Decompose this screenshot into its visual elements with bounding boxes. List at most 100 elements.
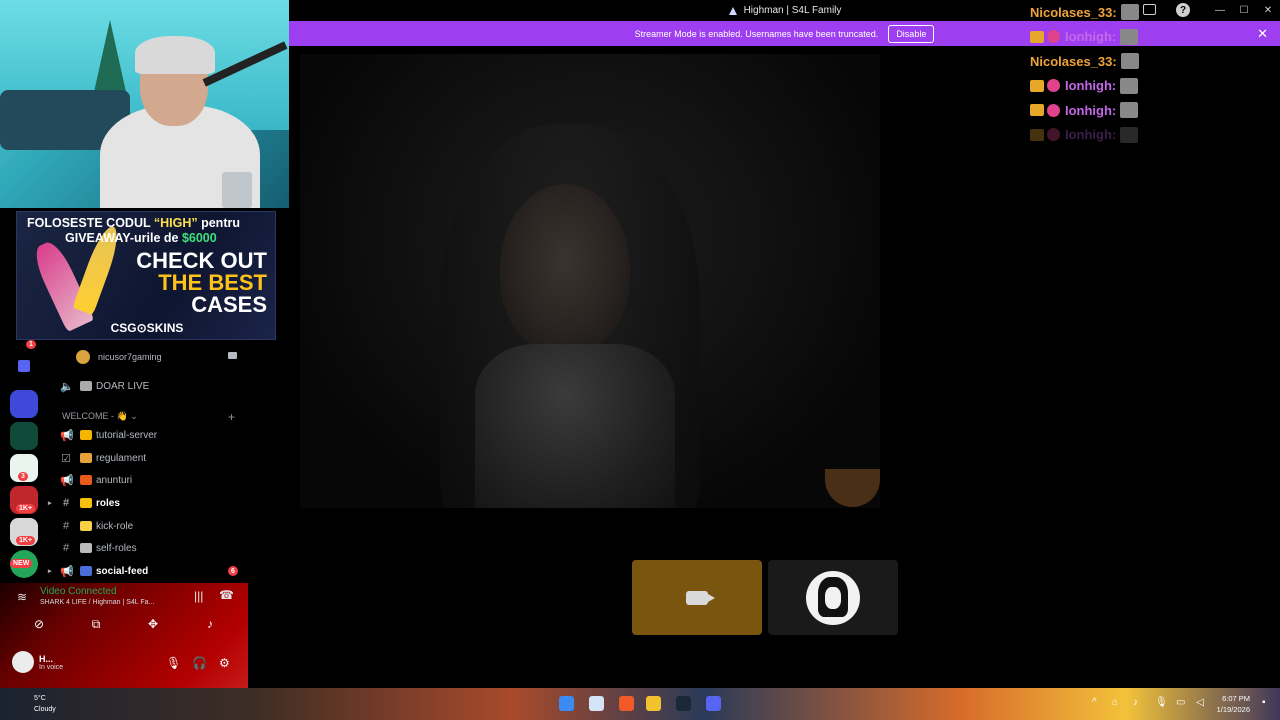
steam-icon[interactable]: [676, 696, 691, 711]
microphone-icon[interactable]: 🎙: [166, 656, 181, 670]
announcement-icon: 📢: [60, 474, 74, 487]
noise-suppression-icon[interactable]: |||: [194, 589, 203, 603]
announcement-icon: 📢: [60, 565, 74, 578]
channel-self-roles[interactable]: # self-roles: [48, 537, 248, 559]
crown-badge-icon: [1030, 104, 1044, 117]
user-info: H... In voice: [34, 654, 63, 671]
close-window-icon[interactable]: ✕: [1256, 0, 1280, 21]
channel-emoji-icon: [80, 521, 92, 531]
chat-username: Ionhigh:: [1065, 78, 1117, 94]
channel-anunturi[interactable]: 📢 anunturi: [48, 469, 248, 491]
camera-on-icon: [228, 352, 237, 359]
tray-chevron-icon[interactable]: ^: [1092, 697, 1097, 708]
settings-gear-icon[interactable]: ⚙: [219, 656, 230, 670]
channel-name: tutorial-server: [96, 429, 158, 441]
disable-streamer-mode-button[interactable]: Disable: [888, 24, 935, 43]
chat-line: Ionhigh:: [1030, 25, 1170, 50]
channel-emoji-icon: [80, 430, 92, 440]
window-controls: — ☐ ✕: [1208, 0, 1280, 21]
file-explorer-icon[interactable]: [646, 696, 661, 711]
streamer-mode-message: Streamer Mode is enabled. Usernames have…: [634, 28, 879, 39]
tray-display-icon[interactable]: ▭: [1176, 697, 1185, 708]
server-icon[interactable]: [10, 390, 38, 418]
hashtag-icon: #: [62, 520, 70, 532]
close-icon[interactable]: ✕: [1257, 26, 1268, 42]
tray-network-icon[interactable]: ⌂: [1112, 697, 1118, 708]
main-video-stream[interactable]: [300, 54, 880, 508]
participant-tile[interactable]: [768, 560, 898, 635]
server-rail: 1 3 1K+ 1K+ NEW: [0, 340, 48, 585]
screen: Highman | S4L Family ? — ☐ ✕ Streamer Mo…: [0, 0, 1280, 720]
notification-icon[interactable]: ▪: [1262, 697, 1266, 708]
tray-microphone-icon[interactable]: 🎙: [1155, 697, 1168, 708]
tray-volume-icon[interactable]: ♪: [1133, 697, 1138, 708]
chat-username: Ionhigh:: [1065, 29, 1117, 45]
voice-channel-doar-live[interactable]: 🔈 DOAR LIVE: [48, 375, 248, 397]
participant-avatar: [806, 570, 860, 625]
weather-condition: Cloudy: [34, 706, 56, 713]
category-welcome[interactable]: WELCOME - 👋 ⌄ +: [62, 410, 235, 424]
channel-emoji-icon: [80, 543, 92, 553]
channel-emoji-icon: [80, 566, 92, 576]
voice-status[interactable]: Video Connected: [40, 586, 117, 597]
chat-line: Ionhigh:: [1030, 98, 1170, 123]
clock-time: 6:07 PM: [1222, 694, 1250, 703]
speaker-icon: 🔈: [60, 380, 74, 393]
video-camera-icon: [686, 590, 715, 605]
camera-tile[interactable]: [632, 560, 762, 635]
channel-social-feed[interactable]: ▸ 📢 social-feed 6: [48, 560, 248, 582]
ad-line-1-text: FOLOSESTE CODUL: [27, 216, 154, 230]
soundboard-button[interactable]: ♪: [200, 617, 220, 631]
ad-headline-3: CASES: [191, 292, 267, 317]
ad-code: “HIGH”: [153, 216, 198, 230]
minimize-icon[interactable]: —: [1208, 0, 1232, 21]
voice-user-row[interactable]: nicusor7gaming: [76, 350, 237, 364]
add-channel-icon[interactable]: +: [228, 410, 235, 424]
webcam-streamer-headphones: [135, 36, 215, 74]
app-logo-icon: [728, 6, 737, 15]
disconnect-icon[interactable]: ☎: [219, 588, 234, 602]
start-menu-icon[interactable]: [559, 696, 574, 711]
channel-emoji-icon: [80, 381, 92, 391]
crown-badge-icon: [1030, 30, 1044, 43]
chat-avatar: [1120, 126, 1139, 143]
camera-off-button[interactable]: ⊘: [29, 617, 49, 631]
server-badge: 1: [26, 340, 36, 349]
channel-tutorial-server[interactable]: 📢 tutorial-server: [48, 424, 248, 446]
taskbar-clock[interactable]: 6:07 PM 1/19/2026: [1217, 693, 1250, 715]
mention-badge: 6: [228, 566, 238, 576]
ad-line-2: GIVEAWAY-urile de $6000: [65, 231, 217, 245]
stream-chat-overlay: Nicolases_33: Ionhigh: Nicolases_33: Ion…: [1030, 0, 1170, 147]
hashtag-icon: #: [62, 497, 70, 509]
screen-share-button[interactable]: ⧉: [86, 617, 106, 631]
help-icon[interactable]: ?: [1176, 3, 1190, 17]
channel-name: DOAR LIVE: [96, 380, 150, 392]
brave-browser-icon[interactable]: [619, 696, 634, 711]
channel-list: nicusor7gaming 🔈 DOAR LIVE WELCOME - 👋 ⌄…: [48, 340, 248, 585]
channel-emoji-icon: [80, 498, 92, 508]
user-panel[interactable]: H... In voice: [12, 651, 63, 673]
channel-regulament[interactable]: ☑ regulament: [48, 447, 248, 469]
webcam-drink-can: [222, 172, 252, 208]
stream-bowl: [825, 469, 880, 507]
weather-widget[interactable]: 5°C Cloudy: [34, 693, 56, 715]
activities-button[interactable]: ✥: [143, 617, 163, 631]
channel-name: self-roles: [96, 542, 137, 554]
voice-channel-path[interactable]: SHARK 4 LIFE / Highman | S4L Fa...: [40, 599, 154, 606]
task-view-icon[interactable]: [589, 696, 604, 711]
chat-avatar: [1120, 77, 1139, 94]
signal-icon[interactable]: ≋: [17, 590, 27, 604]
headphones-icon[interactable]: 🎧: [192, 656, 207, 670]
category-label: WELCOME - 👋 ⌄: [62, 411, 138, 421]
server-badge: 1K+: [16, 536, 36, 545]
channel-kick-role[interactable]: # kick-role: [48, 515, 248, 537]
maximize-icon[interactable]: ☐: [1232, 0, 1256, 21]
subscriber-badge-icon: [1047, 128, 1060, 142]
channel-roles[interactable]: ▸ # roles: [48, 492, 248, 514]
server-icon[interactable]: [10, 422, 38, 450]
tray-speaker-icon[interactable]: ◁: [1196, 697, 1204, 708]
server-badge: 3: [18, 472, 28, 481]
voice-connection-panel: ≋ Video Connected SHARK 4 LIFE / Highman…: [0, 583, 248, 688]
server-icon-folder[interactable]: [18, 360, 30, 372]
discord-icon[interactable]: [706, 696, 721, 711]
